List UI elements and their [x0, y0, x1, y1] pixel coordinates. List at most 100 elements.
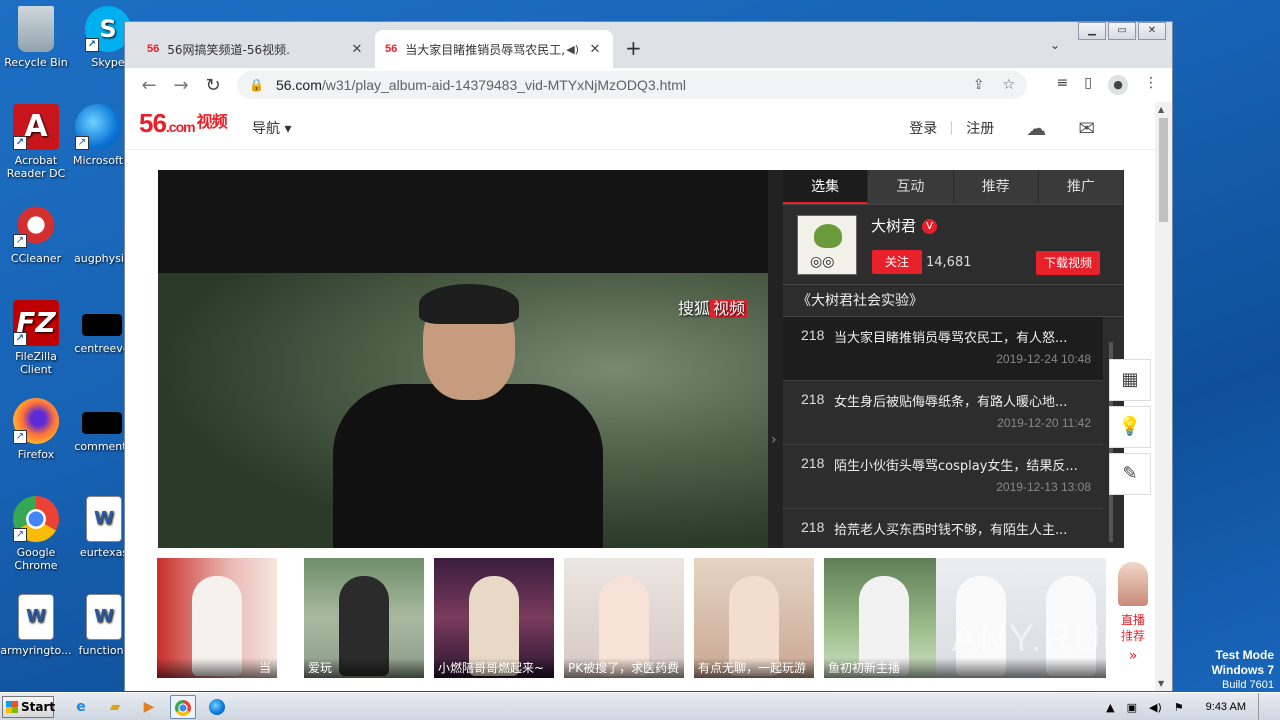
share-icon[interactable]: ⇪ [973, 77, 985, 93]
episode-item[interactable]: 218 陌生小伙街头辱骂cosplay女生，结果反... 2019-12-13 … [783, 445, 1103, 509]
thumbnail[interactable]: 鱼初初新主播 [824, 558, 944, 678]
logo-domain: .com [165, 119, 196, 135]
maximize-button[interactable]: ▭ [1108, 22, 1136, 40]
tab-strip: 56 56网搞笑频道-56视频. ✕ 56 当大家目睹推销员辱骂农民工, ◀) … [125, 22, 1172, 68]
upload-cloud-icon[interactable]: ☁ [1026, 116, 1046, 140]
tab-interact[interactable]: 互动 [868, 170, 954, 204]
url-text[interactable]: 56.com/w31/play_album-aid-14379483_vid-M… [276, 77, 955, 93]
taskbar: Start e ▰ ▶ ▲ ▣ ◀) ⚑ 9:43 AM [0, 692, 1280, 720]
side-panel-icon[interactable]: ▯ [1084, 75, 1092, 95]
thumbnail[interactable]: 有点无聊，一起玩游 [694, 558, 814, 678]
site-logo[interactable]: 56.com 视频 [139, 108, 228, 139]
window-controls: ▁ ▭ ✕ [1076, 22, 1166, 40]
desktop-icon-label: eurtexas [79, 546, 129, 559]
edge-icon: ↗ [75, 104, 121, 150]
action-center-flag-icon[interactable]: ⚑ [1174, 701, 1184, 714]
desktop-icon-chrome[interactable]: ↗ Google Chrome [0, 496, 72, 572]
reload-icon[interactable]: ↻ [197, 75, 229, 96]
thumbnail-label [936, 658, 1106, 678]
live-avatar [1118, 562, 1148, 606]
thumbnail[interactable]: 当 [157, 558, 277, 678]
back-icon[interactable]: ← [133, 75, 165, 96]
file-icon [79, 202, 125, 248]
owner-name[interactable]: 大树君 V [871, 215, 938, 236]
page-scrollbar[interactable]: ▲ ▼ [1155, 102, 1172, 691]
profile-icon[interactable]: ● [1108, 75, 1128, 95]
watermark-text: 搜狐 [677, 299, 710, 318]
volume-icon[interactable]: ◀) [1149, 701, 1162, 714]
tab-episodes[interactable]: 选集 [783, 170, 869, 204]
episode-item[interactable]: 218 女生身后被贴侮辱纸条，有路人暖心地... 2019-12-20 11:4… [783, 381, 1103, 445]
channel-owner: ◎◎ 大树君 V 关注 14,681 下载视频 [783, 205, 1124, 285]
tab-promo[interactable]: 推广 [1038, 170, 1124, 204]
build-line: Build 7601 [1222, 679, 1274, 691]
episode-item[interactable]: 218 当大家目睹推销员辱骂农民工，有人怒... 2019-12-24 10:4… [783, 317, 1103, 381]
video-player[interactable]: 搜狐 视频 [158, 170, 768, 554]
scroll-up-arrow-icon[interactable]: ▲ [1158, 105, 1164, 114]
download-video-button[interactable]: 下载视频 [1036, 251, 1100, 275]
chevron-down-icon[interactable]: ⌄ [1050, 38, 1060, 52]
tab-current-video[interactable]: 56 当大家目睹推销员辱骂农民工, ◀) ✕ [375, 30, 613, 68]
reading-list-icon[interactable]: ≡ [1057, 75, 1069, 95]
thumbnail[interactable]: PK被搜了，求医药费 [564, 558, 684, 678]
feedback-edit-icon[interactable]: ✎ [1109, 453, 1151, 495]
desktop-icon-label: Acrobat Reader DC [6, 154, 66, 180]
lock-icon[interactable]: 🔒 [249, 78, 264, 92]
floating-tools: ▦ 💡 ✎ [1109, 359, 1151, 500]
desktop-icon-armyringto[interactable]: W armyringto... [0, 594, 72, 657]
network-icon[interactable]: ▣ [1127, 701, 1137, 714]
desktop-icon-label: commentl [74, 440, 130, 453]
anyrun-watermark: ANY.RUN [951, 618, 1132, 660]
chrome-icon: ↗ [13, 496, 59, 542]
divider [951, 121, 953, 135]
panel-toggle[interactable]: › [768, 170, 783, 548]
desktop-icon-filezilla[interactable]: FZ ↗ FileZilla Client [0, 300, 72, 376]
watermark-badge: 视频 [709, 299, 748, 318]
desktop-icon-firefox[interactable]: ↗ Firefox [0, 398, 72, 461]
windows-version-line: Windows 7 [1211, 663, 1274, 677]
ie-icon[interactable]: e [68, 695, 94, 719]
file-icon [82, 314, 122, 336]
explorer-folder-icon[interactable]: ▰ [102, 695, 128, 719]
word-doc-icon: W [86, 594, 122, 640]
start-button[interactable]: Start [2, 696, 55, 718]
thumbnail[interactable]: 爱玩 [304, 558, 424, 678]
follow-button[interactable]: 关注 [872, 250, 922, 274]
tab-title: 当大家目睹推销员辱骂农民工, [405, 42, 566, 57]
desktop-icon-label: centreeve [74, 342, 130, 355]
forward-icon[interactable]: → [165, 75, 197, 96]
desktop-icon-label: Recycle Bin [4, 56, 68, 69]
edge-taskbar-icon[interactable] [204, 695, 230, 719]
show-desktop-button[interactable] [1258, 693, 1270, 720]
desktop-icon-recycle-bin[interactable]: Recycle Bin [0, 6, 72, 69]
close-icon[interactable]: ✕ [349, 42, 365, 57]
qr-code-icon[interactable]: ▦ [1109, 359, 1151, 401]
new-tab-button[interactable]: + [625, 36, 642, 60]
chrome-taskbar-icon[interactable] [170, 695, 196, 719]
close-icon[interactable]: ✕ [587, 42, 603, 57]
tray-expand-icon[interactable]: ▲ [1106, 701, 1114, 714]
scroll-thumb[interactable] [1159, 118, 1168, 222]
desktop-icon-ccleaner[interactable]: ↗ CCleaner [0, 202, 72, 265]
menu-kebab-icon[interactable]: ⋮ [1144, 75, 1158, 95]
register-link[interactable]: 注册 [966, 118, 994, 138]
thumbnail[interactable]: 小燃陪哥哥燃起来~ [434, 558, 554, 678]
login-link[interactable]: 登录 [909, 118, 937, 138]
scroll-down-arrow-icon[interactable]: ▼ [1158, 679, 1164, 688]
address-bar[interactable]: 🔒 56.com/w31/play_album-aid-14379483_vid… [237, 71, 1027, 99]
episode-views: 218 [801, 327, 825, 343]
star-icon[interactable]: ☆ [1002, 77, 1015, 93]
site-favicon: 56 [147, 43, 160, 55]
lightbulb-icon[interactable]: 💡 [1109, 406, 1151, 448]
media-player-icon[interactable]: ▶ [136, 695, 162, 719]
mail-icon[interactable]: ✉ [1078, 116, 1095, 140]
clock[interactable]: 9:43 AM [1206, 701, 1246, 713]
album-title[interactable]: 《大树君社会实验》 [783, 285, 1124, 317]
nav-dropdown[interactable]: 导航 ▾ [252, 118, 291, 138]
close-window-button[interactable]: ✕ [1138, 22, 1166, 40]
speaker-icon[interactable]: ◀) [566, 43, 579, 56]
minimize-button[interactable]: ▁ [1078, 22, 1106, 40]
avatar[interactable]: ◎◎ [797, 215, 857, 275]
tab-recommend[interactable]: 推荐 [953, 170, 1039, 204]
tab-56-funny[interactable]: 56 56网搞笑频道-56视频. ✕ [137, 30, 375, 68]
